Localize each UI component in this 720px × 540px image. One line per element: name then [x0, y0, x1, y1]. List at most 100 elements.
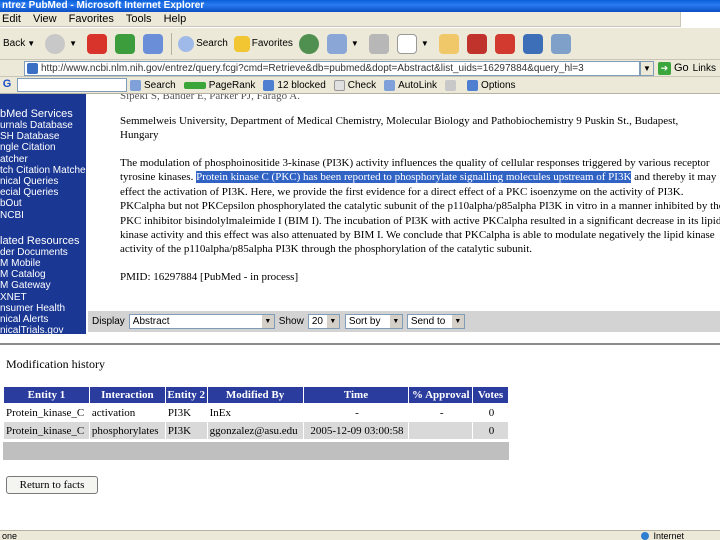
table-cell: Protein_kinase_C — [3, 403, 90, 422]
article-abstract: The modulation of phosphoinositide 3-kin… — [120, 156, 720, 257]
star-icon — [233, 35, 250, 52]
autolink-icon — [384, 79, 396, 91]
menu-view[interactable]: View — [33, 13, 57, 25]
links-button[interactable]: Links — [693, 63, 720, 74]
send-to-select[interactable]: Send to ▼ — [406, 314, 465, 329]
history-button[interactable] — [296, 31, 324, 57]
forward-button[interactable]: ▼ — [42, 31, 84, 57]
table-cell: 0 — [472, 421, 509, 440]
send-to-value: Send to — [410, 316, 446, 327]
table-cell: ggonzalez@asu.edu — [206, 421, 304, 440]
abstract-highlight: Protein kinase C (PKC) has been reported… — [196, 171, 632, 184]
table-cell: activation — [88, 403, 166, 422]
address-url: http://www.ncbi.nlm.nih.gov/entrez/query… — [41, 62, 584, 74]
menu-help[interactable]: Help — [164, 13, 187, 25]
sidebar-item-toxnet[interactable]: XNET — [0, 292, 86, 303]
article-affiliation: Semmelweis University, Department of Med… — [120, 115, 679, 141]
sidebar-item-clinical-alerts[interactable]: nical Alerts — [0, 314, 86, 325]
chevron-down-icon: ▼ — [261, 315, 274, 328]
menu-favorites[interactable]: Favorites — [69, 13, 114, 25]
chevron-down-icon[interactable]: ▼ — [421, 39, 429, 48]
menu-tools[interactable]: Tools — [126, 13, 152, 25]
autolink-button[interactable]: AutoLink — [384, 79, 437, 91]
table-cell: - — [302, 403, 410, 422]
google-search-input[interactable] — [17, 78, 127, 92]
options-button[interactable]: Options — [467, 79, 516, 91]
article-authors[interactable]: Sipeki S, Bander E, Parker PJ, Farago A. — [120, 94, 300, 102]
sidebar-item-mesh[interactable]: SH Database — [0, 131, 86, 142]
print-button[interactable] — [366, 31, 394, 57]
go-label: Go — [673, 62, 689, 74]
table-row: Protein_kinase_C phosphorylates PI3K ggo… — [3, 421, 509, 440]
table-cell: InEx — [206, 403, 304, 422]
spellcheck-button[interactable]: Check — [333, 79, 376, 91]
menu-edit[interactable]: Edit — [2, 13, 21, 25]
chevron-down-icon: ▼ — [326, 315, 339, 328]
show-count-value: 20 — [311, 316, 323, 327]
options-label: Options — [481, 79, 516, 91]
search-icon — [178, 35, 195, 52]
sidebar-item-nlm-catalog[interactable]: M Catalog — [0, 269, 86, 280]
stop-button[interactable] — [84, 31, 112, 57]
search-button[interactable]: Search — [175, 31, 231, 57]
sort-by-select[interactable]: Sort by ▼ — [344, 314, 403, 329]
autofill-button[interactable] — [445, 79, 459, 91]
pagerank-indicator[interactable]: PageRank — [183, 79, 256, 91]
display-format-select[interactable]: Abstract ▼ — [128, 314, 275, 329]
sidebar-item-journals[interactable]: urnals Database — [0, 120, 86, 131]
address-dropdown[interactable]: ▼ — [639, 60, 654, 76]
sort-by-value: Sort by — [348, 316, 381, 327]
toolbar-extra2-button[interactable] — [548, 31, 576, 57]
refresh-button[interactable] — [112, 31, 140, 57]
folder-icon — [438, 33, 459, 54]
edit-button[interactable]: ▼ — [394, 31, 436, 57]
standard-toolbar: Back ▼ ▼ Search Favorites ▼ ▼ — [0, 28, 720, 60]
sidebar-item-linkout[interactable]: bOut — [0, 198, 86, 209]
column-header: Modified By — [206, 386, 304, 404]
forward-arrow-icon — [45, 33, 66, 54]
messenger-button[interactable] — [492, 31, 520, 57]
show-count-select[interactable]: 20 ▼ — [307, 314, 340, 329]
toolbar-extra-icon — [522, 33, 543, 54]
article-pmid: PMID: 16297884 [PubMed - in process] — [120, 271, 299, 283]
pagerank-label: PageRank — [208, 79, 256, 91]
sidebar-item-matcher[interactable]: atcher — [0, 154, 86, 165]
address-input[interactable]: http://www.ncbi.nlm.nih.gov/entrez/query… — [24, 60, 640, 76]
sidebar-item-order-documents[interactable]: der Documents — [0, 247, 86, 258]
table-row: Protein_kinase_C activation PI3K InEx - … — [3, 403, 509, 422]
page-icon — [27, 62, 38, 74]
favorites-button[interactable]: Favorites — [231, 31, 296, 57]
sidebar-heading-services: bMed Services — [0, 108, 73, 120]
display-bar: Display Abstract ▼ Show 20 ▼ Sort by ▼ S… — [88, 311, 720, 332]
zone-label: Internet — [653, 530, 684, 540]
table-cell: 2005-12-09 03:00:58 — [302, 421, 410, 440]
chevron-down-icon[interactable]: ▼ — [27, 39, 35, 48]
mail-button[interactable]: ▼ — [324, 31, 366, 57]
sidebar-item-special-queries[interactable]: ecial Queries — [0, 187, 86, 198]
google-toolbar: G Search PageRank 12 blocked Check AutoL… — [0, 77, 720, 94]
sidebar-item-clinical-queries[interactable]: nical Queries — [0, 176, 86, 187]
google-search-button[interactable]: Search — [130, 79, 176, 91]
blocked-label: 12 blocked — [277, 79, 326, 91]
go-button[interactable]: ➔ Go — [657, 61, 689, 75]
sidebar-item-nlm-gateway[interactable]: M Gateway — [0, 280, 86, 291]
sidebar-item-consumer-health[interactable]: nsumer Health — [0, 303, 86, 314]
toolbar-extra-button[interactable] — [520, 31, 548, 57]
search-icon — [130, 79, 141, 91]
return-to-facts-button[interactable]: Return to facts — [6, 476, 98, 494]
popup-blocker-button[interactable]: 12 blocked — [263, 79, 326, 91]
sidebar-item-ncbi[interactable]: NCBI — [0, 210, 86, 221]
bookmark-icon — [466, 33, 487, 54]
window-title: ntrez PubMed - Microsoft Internet Explor… — [0, 0, 720, 12]
sidebar-item-single-citation[interactable]: ngle Citation — [0, 142, 86, 153]
sidebar-item-nlm-mobile[interactable]: M Mobile — [0, 258, 86, 269]
chevron-down-icon[interactable]: ▼ — [351, 39, 359, 48]
research-button[interactable] — [464, 31, 492, 57]
sidebar-item-batch-citation[interactable]: tch Citation Matcher — [0, 165, 86, 176]
table-cell: phosphorylates — [88, 421, 166, 440]
sidebar-item-clinicaltrials[interactable]: nicalTrials.gov — [0, 325, 86, 334]
home-button[interactable] — [140, 31, 168, 57]
back-button[interactable]: Back ▼ — [0, 31, 42, 57]
discuss-button[interactable] — [436, 31, 464, 57]
chevron-down-icon[interactable]: ▼ — [69, 39, 77, 48]
